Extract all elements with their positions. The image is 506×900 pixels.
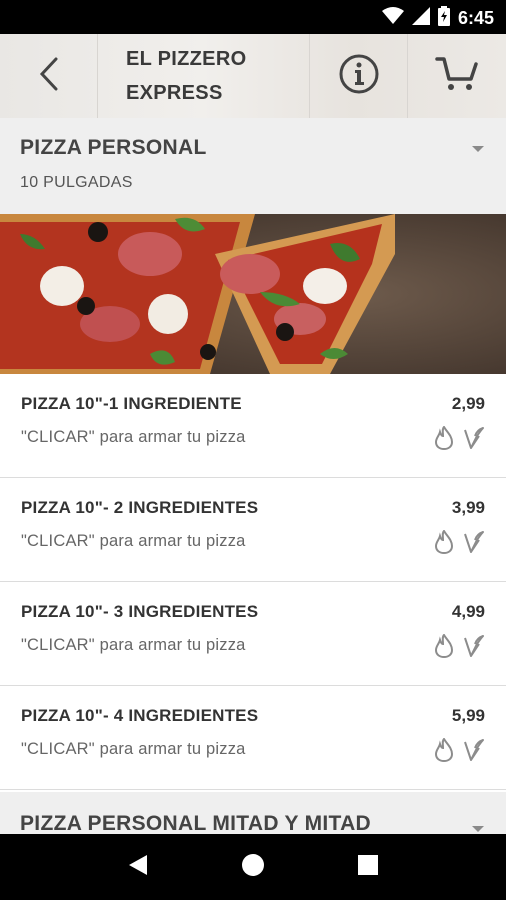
item-icons [434,529,485,559]
section-title: PIZZA PERSONAL MITAD Y MITAD [20,812,372,834]
spicy-icon [434,633,454,663]
vegetarian-icon [463,634,485,663]
app-title: EL PIZZERO EXPRESS [98,34,310,118]
menu-item[interactable]: PIZZA 10"- 4 INGREDIENTES 5,99 "CLICAR" … [0,686,506,790]
vegetarian-icon [463,530,485,559]
info-button[interactable] [310,34,408,118]
item-description: "CLICAR" para armar tu pizza [21,428,246,446]
menu-item[interactable]: PIZZA 10"- 3 INGREDIENTES 4,99 "CLICAR" … [0,582,506,686]
info-icon [338,53,380,100]
chevron-down-icon[interactable] [472,826,484,832]
wifi-icon [381,7,404,30]
status-icons: 6:45 [381,6,494,31]
section-header-pizza-personal-mitad[interactable]: PIZZA PERSONAL MITAD Y MITAD [0,792,506,834]
vegetarian-icon [463,738,485,767]
spicy-icon [434,529,454,559]
nav-back-button[interactable] [108,842,168,892]
nav-home-icon [240,852,266,883]
cart-button[interactable] [408,34,506,118]
spicy-icon [434,737,454,767]
chevron-down-icon[interactable] [472,146,484,152]
item-description: "CLICAR" para armar tu pizza [21,532,246,550]
nav-back-icon [127,853,149,882]
pizza-hero-image [0,214,506,374]
menu-item[interactable]: PIZZA 10"- 2 INGREDIENTES 3,99 "CLICAR" … [0,478,506,582]
item-name: PIZZA 10"- 4 INGREDIENTES [21,706,259,725]
item-price: 2,99 [451,394,485,413]
item-icons [434,425,485,455]
item-description: "CLICAR" para armar tu pizza [21,636,246,654]
spicy-icon [434,425,454,455]
status-time: 6:45 [457,8,494,28]
item-price: 5,99 [451,706,485,725]
app-header: EL PIZZERO EXPRESS [0,34,506,118]
back-arrow-icon [38,57,60,96]
item-icons [434,737,485,767]
vegetarian-icon [463,426,485,455]
item-price: 3,99 [451,498,485,517]
back-button[interactable] [0,34,98,118]
nav-recents-button[interactable] [338,842,398,892]
battery-icon [437,6,450,31]
item-name: PIZZA 10"-1 INGREDIENTE [21,394,242,413]
item-name: PIZZA 10"- 2 INGREDIENTES [21,498,259,517]
item-icons [434,633,485,663]
android-nav-bar [0,834,506,900]
item-name: PIZZA 10"- 3 INGREDIENTES [21,602,259,621]
signal-icon [411,7,430,30]
item-description: "CLICAR" para armar tu pizza [21,740,246,758]
item-price: 4,99 [451,602,485,621]
section-header-pizza-personal[interactable]: PIZZA PERSONAL 10 PULGADAS [0,118,506,214]
cart-icon [435,55,479,98]
section-title: PIZZA PERSONAL [20,136,207,159]
nav-home-button[interactable] [223,842,283,892]
status-bar: 6:45 [0,0,506,34]
menu-item[interactable]: PIZZA 10"-1 INGREDIENTE 2,99 "CLICAR" pa… [0,374,506,478]
app-title-line1: EL PIZZERO [126,48,247,70]
nav-recents-icon [357,854,379,881]
app-title-line2: EXPRESS [126,82,223,104]
section-subtitle: 10 PULGADAS [20,174,133,191]
